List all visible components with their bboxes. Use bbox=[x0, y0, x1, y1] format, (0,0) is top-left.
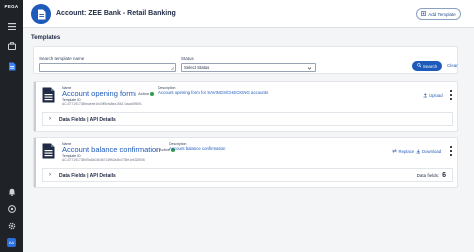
template-card: Name Account balance confirmation | Acti… bbox=[33, 137, 458, 188]
page-title: Account: ZEE Bank - Retail Banking bbox=[56, 10, 176, 17]
page-header: Account: ZEE Bank - Retail Banking Add T… bbox=[23, 0, 474, 28]
settings-gear-icon[interactable] bbox=[7, 221, 17, 231]
template-document-icon bbox=[31, 4, 51, 24]
download-icon bbox=[416, 149, 421, 155]
add-document-icon bbox=[421, 11, 427, 17]
template-id: AC-6T7191735bbaeee1b40ff5cfa8ea1561 0aaa… bbox=[62, 102, 142, 106]
chevron-right-icon: › bbox=[49, 172, 51, 178]
template-description: Account balance confirmation bbox=[169, 146, 226, 151]
template-card: Name Account opening form | Active Templ… bbox=[33, 81, 458, 132]
more-options-icon[interactable] bbox=[449, 90, 453, 100]
document-nav-icon[interactable] bbox=[7, 61, 17, 71]
data-fields-label: Data Fields | API Details bbox=[59, 117, 116, 123]
chevron-down-icon bbox=[307, 64, 312, 73]
data-fields-panel[interactable]: › Data Fields | API Details Data fields:… bbox=[42, 168, 453, 182]
chevron-right-icon: › bbox=[49, 116, 51, 122]
template-name-input[interactable] bbox=[39, 63, 176, 72]
replace-arrows-icon bbox=[392, 149, 397, 154]
more-options-icon[interactable] bbox=[449, 146, 453, 156]
help-icon[interactable] bbox=[7, 204, 17, 214]
menu-icon[interactable] bbox=[7, 21, 17, 31]
briefcase-icon[interactable] bbox=[7, 41, 17, 51]
bell-icon[interactable] bbox=[7, 187, 17, 197]
template-description: Account opening form for SAVINGS/CHECKIN… bbox=[158, 90, 269, 95]
status-label: Status bbox=[181, 56, 194, 61]
data-fields-label: Data Fields | API Details bbox=[59, 173, 116, 179]
status-select[interactable]: Select Status bbox=[181, 63, 316, 72]
upload-button[interactable]: Upload bbox=[423, 93, 443, 99]
filter-panel: Search template name Status Select Statu… bbox=[33, 46, 458, 74]
search-button[interactable]: Search bbox=[412, 61, 442, 71]
template-name[interactable]: Account balance confirmation bbox=[62, 145, 160, 154]
active-status-icon bbox=[150, 91, 155, 96]
template-id: AC-6T7191735f49a5403b36714ff52a4b4739e1e… bbox=[62, 158, 145, 162]
add-template-button[interactable]: Add Template bbox=[416, 8, 461, 20]
section-title: Templates bbox=[31, 35, 61, 41]
data-fields-count: Data fields: 6 bbox=[416, 172, 446, 179]
upload-icon bbox=[423, 93, 428, 99]
download-button[interactable]: Download bbox=[416, 149, 441, 155]
data-fields-panel[interactable]: › Data Fields | API Details bbox=[42, 112, 453, 126]
search-icon bbox=[417, 63, 422, 69]
clear-link[interactable]: Clear bbox=[447, 63, 458, 68]
left-nav-rail: PEGA AA bbox=[0, 0, 23, 252]
document-icon bbox=[42, 87, 55, 103]
resize-handle-icon bbox=[170, 66, 175, 71]
template-name[interactable]: Account opening form bbox=[62, 89, 135, 98]
document-icon bbox=[42, 143, 55, 159]
brand-logo: PEGA bbox=[4, 4, 19, 9]
add-template-label: Add Template bbox=[428, 11, 456, 17]
replace-button[interactable]: Replace bbox=[392, 149, 414, 154]
user-avatar[interactable]: AA bbox=[7, 238, 16, 247]
template-name-label: Search template name bbox=[39, 56, 85, 61]
status-badge: | Active bbox=[135, 91, 155, 96]
